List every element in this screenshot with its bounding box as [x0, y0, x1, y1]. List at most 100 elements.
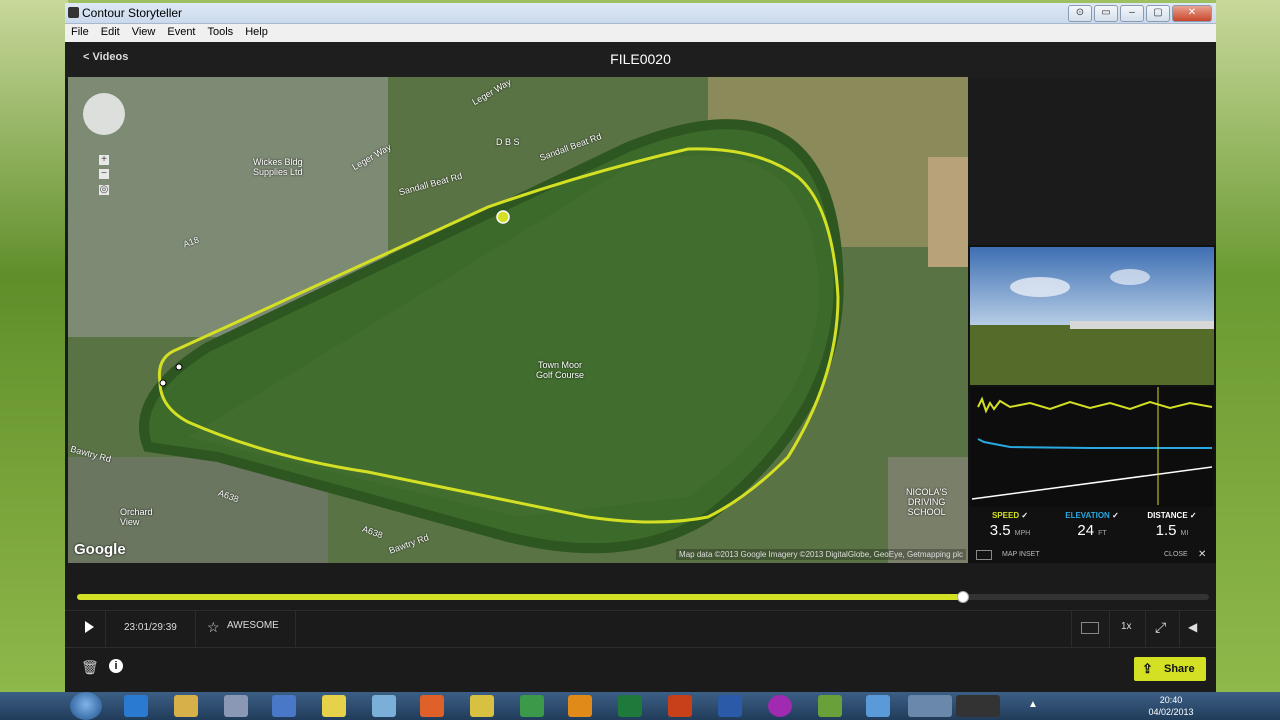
- menu-edit[interactable]: Edit: [95, 24, 126, 42]
- menu-help[interactable]: Help: [239, 24, 274, 42]
- app-icon-4[interactable]: [818, 695, 842, 717]
- close-window-button[interactable]: ✕: [1172, 5, 1212, 22]
- map-label-driving-school: NICOLA'S DRIVING SCHOOL: [906, 487, 948, 517]
- close-inset-button[interactable]: CLOSE: [1164, 551, 1188, 558]
- inset-footer: MAP INSET CLOSE ✕: [968, 547, 1216, 563]
- telemetry-graphs[interactable]: [970, 387, 1214, 507]
- divider: [195, 611, 196, 647]
- awesome-button[interactable]: AWESOME: [227, 620, 279, 631]
- map-reset-button[interactable]: ◎: [99, 185, 109, 195]
- pencil-icon[interactable]: [470, 695, 494, 717]
- clock-date: 04/02/2013: [1148, 707, 1194, 717]
- twitter-icon[interactable]: [908, 695, 952, 717]
- storyteller-taskbar-icon[interactable]: [956, 695, 1000, 717]
- paint-icon[interactable]: [224, 695, 248, 717]
- clock[interactable]: 20:40 04/02/2013: [1146, 694, 1196, 718]
- app-icon-3[interactable]: [768, 695, 792, 717]
- app-window: Contour Storyteller ⊙ ▭ – ▢ ✕ File Edit …: [65, 3, 1216, 692]
- map-label-orchard-view: Orchard View: [120, 507, 153, 527]
- elevation-graph: [977, 438, 1212, 449]
- desktop-background: [0, 0, 68, 692]
- play-icon[interactable]: [85, 621, 94, 633]
- divider: [1145, 611, 1146, 647]
- elevation-value: 24: [1077, 522, 1095, 539]
- distance-value: 1.5: [1155, 522, 1177, 539]
- stat-speed-label: SPEED: [991, 511, 1020, 520]
- divider: [295, 611, 296, 647]
- notes-icon[interactable]: [322, 695, 346, 717]
- stat-speed[interactable]: SPEED ✓ 3.5 MPH: [970, 511, 1050, 539]
- app-icon: [68, 7, 79, 18]
- tray-chevron-icon[interactable]: ▲: [1028, 699, 1038, 710]
- firefox-icon[interactable]: [420, 695, 444, 717]
- distance-unit: MI: [1180, 530, 1189, 537]
- close-icon[interactable]: ✕: [1198, 549, 1206, 560]
- map-inset-toggle[interactable]: MAP INSET: [1002, 551, 1040, 558]
- menu-bar: File Edit View Event Tools Help: [65, 24, 1216, 42]
- minimize-button[interactable]: –: [1120, 5, 1144, 22]
- share-button[interactable]: ⇪ Share: [1134, 657, 1206, 681]
- info-icon[interactable]: i: [109, 659, 123, 673]
- powerpoint-icon[interactable]: [668, 695, 692, 717]
- distance-check-icon: ✓: [1189, 511, 1197, 520]
- file-title: FILE0020: [610, 51, 671, 67]
- divider: [105, 611, 106, 647]
- elevation-unit: FT: [1098, 530, 1107, 537]
- taskbar: ▲ 20:40 04/02/2013: [0, 692, 1280, 720]
- app-header: < Videos FILE0020: [65, 42, 1216, 78]
- window-extra-button-2[interactable]: ▭: [1094, 5, 1118, 22]
- satellite-map[interactable]: + − ◎ Leger Way Leger Way Sandall Beat R…: [68, 77, 968, 563]
- stat-elevation-label: ELEVATION: [1065, 511, 1110, 520]
- outlook-icon[interactable]: [568, 695, 592, 717]
- divider: [1109, 611, 1110, 647]
- volume-icon[interactable]: ◀: [1188, 620, 1197, 634]
- elevation-check-icon: ✓: [1112, 511, 1119, 520]
- speed-check-icon: ✓: [1021, 511, 1029, 520]
- desktop-background: [1216, 0, 1280, 692]
- map-label-dbs: D B S: [496, 137, 520, 147]
- menu-tools[interactable]: Tools: [202, 24, 240, 42]
- app-icon-1[interactable]: [272, 695, 296, 717]
- stat-distance-label: DISTANCE: [1147, 511, 1188, 520]
- timeline-progress: [77, 594, 962, 600]
- window-extra-button[interactable]: ⊙: [1068, 5, 1092, 22]
- star-icon[interactable]: ☆: [207, 619, 220, 636]
- excel-icon[interactable]: [618, 695, 642, 717]
- map-pan-control[interactable]: [83, 93, 125, 135]
- map-credit: Map data ©2013 Google Imagery ©2013 Digi…: [676, 549, 966, 560]
- trash-icon[interactable]: 🗑: [81, 659, 99, 676]
- telemetry-inset: SPEED ✓ 3.5 MPH ELEVATION ✓ 24 FT DISTANCE…: [968, 245, 1216, 563]
- window-controls: ⊙ ▭ – ▢ ✕: [1068, 5, 1212, 22]
- title-bar[interactable]: Contour Storyteller ⊙ ▭ – ▢ ✕: [65, 3, 1216, 24]
- speed-value: 3.5: [989, 522, 1011, 539]
- dropbox-icon[interactable]: [866, 695, 890, 717]
- timeline-scrubber[interactable]: [77, 591, 1209, 603]
- fullscreen-icon[interactable]: ⤢: [1155, 619, 1166, 636]
- clock-time: 20:40: [1159, 695, 1183, 705]
- playback-speed-button[interactable]: 1x: [1121, 621, 1132, 632]
- app-icon-2[interactable]: [372, 695, 396, 717]
- menu-event[interactable]: Event: [161, 24, 201, 42]
- divider: [1179, 611, 1180, 647]
- stat-elevation[interactable]: ELEVATION ✓ 24 FT: [1052, 511, 1132, 539]
- start-button[interactable]: [70, 692, 102, 720]
- zoom-in-button[interactable]: +: [99, 155, 109, 165]
- ie-icon[interactable]: [124, 695, 148, 717]
- video-preview[interactable]: [970, 247, 1214, 385]
- maximize-button[interactable]: ▢: [1146, 5, 1170, 22]
- stat-distance[interactable]: DISTANCE ✓ 1.5 MI: [1132, 511, 1212, 539]
- window-title: Contour Storyteller: [82, 6, 183, 20]
- menu-view[interactable]: View: [126, 24, 162, 42]
- map-inset-button[interactable]: [1081, 622, 1099, 634]
- timeline-knob[interactable]: [956, 591, 969, 603]
- map-imagery: [68, 77, 968, 563]
- menu-file[interactable]: File: [65, 24, 95, 42]
- explorer-icon[interactable]: [174, 695, 198, 717]
- speed-unit: MPH: [1014, 530, 1031, 537]
- map-inset-icon[interactable]: [976, 550, 992, 560]
- word-icon[interactable]: [718, 695, 742, 717]
- drive-icon[interactable]: [520, 695, 544, 717]
- zoom-out-button[interactable]: −: [99, 169, 109, 179]
- map-label-town-moor: Town Moor Golf Course: [536, 360, 585, 380]
- divider: [1071, 611, 1072, 647]
